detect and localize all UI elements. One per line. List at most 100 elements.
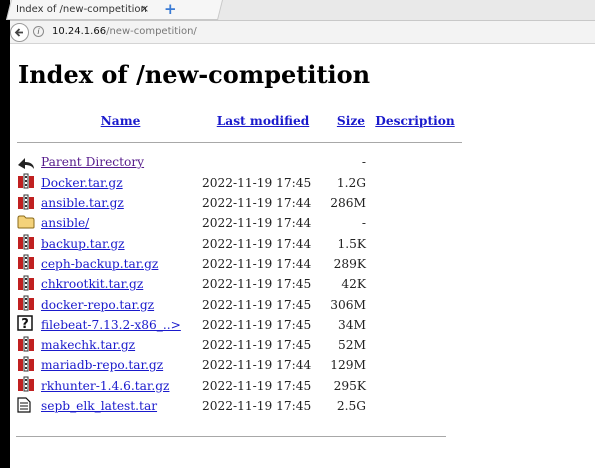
sort-by-name-link[interactable]: Name	[101, 114, 141, 128]
file-size-cell: 42K	[341, 277, 366, 292]
file-date-cell: 2022-11-19 17:44	[202, 196, 312, 211]
file-link[interactable]: sepb_elk_latest.tar	[41, 399, 157, 413]
text-file-icon	[17, 396, 31, 416]
file-name-cell: ansible.tar.gz	[40, 193, 201, 213]
sort-by-description-link[interactable]: Description	[375, 114, 454, 128]
file-date-cell: 2022-11-19 17:44	[202, 256, 312, 271]
file-link[interactable]: rkhunter-1.4.6.tar.gz	[41, 379, 169, 393]
file-link[interactable]: ceph-backup.tar.gz	[41, 257, 158, 271]
url-path: /new-competition/	[106, 26, 197, 37]
page-title: Index of /new-competition	[18, 60, 371, 89]
table-row: docker-repo.tar.gz 2022-11-19 17:45 306M	[16, 294, 463, 314]
file-link[interactable]: ansible.tar.gz	[41, 196, 124, 210]
file-size-cell: 2.5G	[336, 399, 366, 413]
file-description-cell	[367, 274, 463, 294]
file-date-cell: 2022-11-19 17:44	[202, 236, 312, 251]
file-link[interactable]: backup.tar.gz	[41, 237, 125, 251]
file-link[interactable]: makechk.tar.gz	[41, 338, 135, 352]
left-edge-strip	[0, 0, 10, 468]
table-row: ceph-backup.tar.gz 2022-11-19 17:44 289K	[16, 254, 463, 274]
table-row: rkhunter-1.4.6.tar.gz 2022-11-19 17:45 295…	[16, 376, 463, 396]
file-name-cell: ansible/	[40, 213, 201, 233]
parent-directory-link[interactable]: Parent Directory	[41, 155, 144, 169]
file-link[interactable]: chkrootkit.tar.gz	[41, 277, 143, 291]
table-row: sepb_elk_latest.tar 2022-11-19 17:45 2.5G	[16, 396, 463, 416]
sort-by-last-modified-link[interactable]: Last modified	[217, 114, 310, 128]
file-icon-cell	[16, 376, 40, 396]
new-tab-button[interactable]: +	[164, 0, 177, 18]
file-icon-cell	[16, 294, 40, 314]
file-size-cell: 1.2G	[336, 175, 366, 190]
file-icon-cell	[16, 274, 40, 294]
file-link[interactable]: Docker.tar.gz	[41, 176, 123, 190]
file-description-cell	[367, 173, 463, 193]
file-date-cell: 2022-11-19 17:45	[202, 277, 312, 292]
archive-icon	[17, 376, 35, 395]
file-name-cell: backup.tar.gz	[40, 233, 201, 253]
tab-title[interactable]: Index of /new-competition	[16, 4, 147, 15]
separator-row	[16, 132, 463, 152]
navigation-bar: i 10.24.1.66/new-competition/	[10, 21, 595, 44]
table-row: ansible.tar.gz 2022-11-19 17:44 286M	[16, 193, 463, 213]
file-icon-cell	[16, 254, 40, 274]
file-icon-cell	[16, 213, 40, 233]
parent-directory-row: Parent Directory -	[16, 152, 463, 172]
file-name-cell: chkrootkit.tar.gz	[40, 274, 201, 294]
header-icon-cell	[16, 110, 40, 132]
file-icon-cell	[16, 335, 40, 355]
header-description: Description	[367, 110, 463, 132]
file-name-cell: rkhunter-1.4.6.tar.gz	[40, 376, 201, 396]
file-name-cell: sepb_elk_latest.tar	[40, 396, 201, 416]
file-icon-cell: ?	[16, 315, 40, 335]
file-link[interactable]: mariadb-repo.tar.gz	[41, 358, 163, 372]
archive-icon	[17, 254, 35, 273]
file-description-cell	[367, 376, 463, 396]
directory-listing-table: Name Last modified Size Description Pare…	[16, 110, 463, 416]
archive-icon	[17, 234, 35, 253]
svg-text:?: ?	[21, 317, 29, 331]
url-host: 10.24.1.66	[52, 26, 107, 37]
file-size-cell: 289K	[333, 256, 366, 271]
file-icon-cell	[16, 396, 40, 416]
file-size-cell: 1.5K	[337, 236, 367, 251]
file-date-cell: 2022-11-19 17:45	[202, 175, 312, 190]
file-date-cell: 2022-11-19 17:44	[202, 358, 312, 373]
archive-icon	[17, 295, 35, 314]
file-description-cell	[367, 233, 463, 253]
file-size-cell: 306M	[330, 297, 366, 312]
bottom-divider	[16, 436, 446, 437]
file-icon-cell	[16, 173, 40, 193]
file-link[interactable]: ansible/	[41, 216, 89, 230]
back-folder-icon	[18, 157, 34, 169]
parent-size-cell: -	[361, 155, 366, 170]
tab-bar: Index of /new-competition × +	[6, 0, 595, 21]
header-name: Name	[40, 110, 201, 132]
site-info-icon[interactable]: i	[33, 26, 44, 37]
url-input[interactable]: 10.24.1.66/new-competition/	[52, 26, 197, 39]
unknown-file-icon: ?	[17, 315, 33, 334]
file-size-cell: 129M	[330, 358, 366, 373]
parent-name-cell: Parent Directory	[40, 152, 201, 172]
file-description-cell	[367, 315, 463, 335]
header-size: Size	[325, 110, 367, 132]
back-button[interactable]	[10, 23, 29, 42]
file-size-cell: 286M	[330, 196, 366, 211]
file-link[interactable]: filebeat-7.13.2-x86_..>	[41, 318, 181, 332]
file-description-cell	[367, 294, 463, 314]
archive-icon	[17, 356, 35, 375]
file-size-cell: 34M	[338, 317, 366, 332]
file-description-cell	[367, 396, 463, 416]
file-link[interactable]: docker-repo.tar.gz	[41, 298, 154, 312]
tab-close-icon[interactable]: ×	[140, 2, 149, 15]
file-name-cell: docker-repo.tar.gz	[40, 294, 201, 314]
sort-by-size-link[interactable]: Size	[337, 114, 365, 128]
file-date-cell: 2022-11-19 17:44	[202, 216, 312, 231]
archive-icon	[17, 336, 35, 355]
file-description-cell	[367, 213, 463, 233]
table-row: ansible/2022-11-19 17:44 -	[16, 213, 463, 233]
file-date-cell: 2022-11-19 17:45	[202, 317, 312, 332]
file-description-cell	[367, 355, 463, 375]
table-row: makechk.tar.gz 2022-11-19 17:45 52M	[16, 335, 463, 355]
table-row: Docker.tar.gz 2022-11-19 17:45 1.2G	[16, 173, 463, 193]
table-row: backup.tar.gz 2022-11-19 17:44 1.5K	[16, 233, 463, 253]
